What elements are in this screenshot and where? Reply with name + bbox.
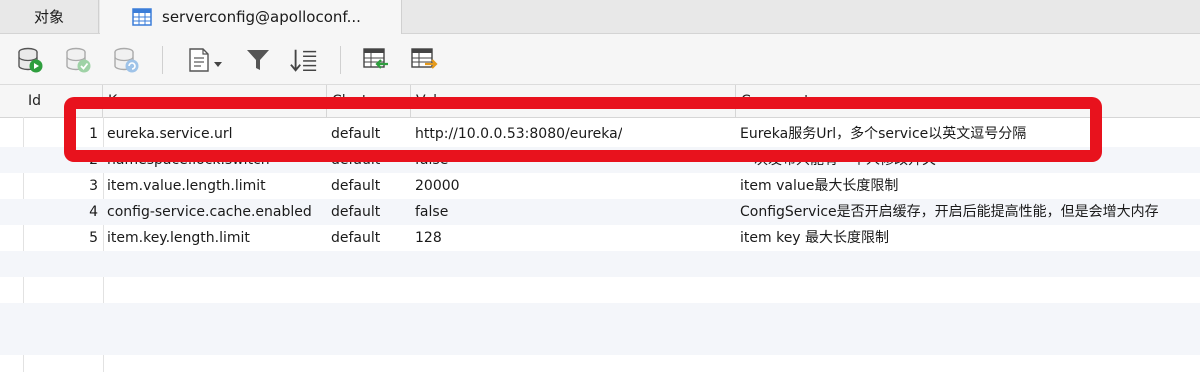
column-header-key[interactable]: Key [103,85,327,117]
cell-value[interactable]: 128 [415,225,442,251]
cell-key[interactable]: config-service.cache.enabled [107,199,312,225]
tab-objects-label: 对象 [33,8,64,26]
cell-cluster[interactable]: default [331,199,380,225]
add-record-icon [18,47,43,73]
cell-key[interactable]: namespace.lock.switch [107,147,270,173]
discard-changes-button[interactable] [112,46,140,74]
tab-objects[interactable]: 对象 [0,0,99,33]
cell-comment[interactable]: 一次发布只能有一个人修改开关 [740,147,936,173]
toolbar-divider [340,46,341,74]
column-header-comment[interactable]: Comment [736,85,1200,117]
text-view-icon [189,48,222,72]
cell-id: 5 [89,230,98,246]
cell-value[interactable]: http://10.0.0.53:8080/eureka/ [415,121,622,147]
table-row[interactable]: 2 namespace.lock.switch default false 一次… [0,147,1200,173]
cell-key[interactable]: eureka.service.url [107,121,233,147]
column-header-cluster[interactable]: Cluster [327,85,411,117]
toolbar [0,34,1200,85]
filter-button[interactable] [244,46,272,74]
table-icon [132,8,152,26]
filter-icon [247,50,269,70]
table-row[interactable]: 5 item.key.length.limit default 128 item… [0,225,1200,251]
tab-bar: 对象 serverconfig@apolloconf... [0,0,1200,34]
cell-id: 1 [89,126,98,142]
import-icon [363,48,388,69]
cell-id: 2 [89,152,98,168]
text-view-button[interactable] [186,46,226,74]
cell-comment[interactable]: item key 最大长度限制 [740,225,889,251]
apply-changes-button[interactable] [64,46,92,74]
table-row[interactable]: 1 eureka.service.url default http://10.0… [0,121,1200,147]
cell-value[interactable]: false [415,199,448,225]
grid-header: Id Key Cluster Value Comment [0,85,1200,118]
cell-id: 4 [89,204,98,220]
tab-serverconfig-label: serverconfig@apolloconf... [162,8,361,26]
cell-value[interactable]: 20000 [415,173,460,199]
column-header-value[interactable]: Value [411,85,736,117]
cell-id: 3 [89,178,98,194]
table-row[interactable]: 4 config-service.cache.enabled default f… [0,199,1200,225]
cell-key[interactable]: item.key.length.limit [107,225,250,251]
export-button[interactable] [410,46,438,74]
sort-icon [290,49,317,72]
cell-cluster[interactable]: default [331,121,380,147]
cell-comment[interactable]: ConfigService是否开启缓存，开启后能提高性能，但是会增大内存 [740,199,1159,225]
sort-button[interactable] [290,46,318,74]
cell-value[interactable]: false [415,147,448,173]
column-header-id[interactable]: Id [23,85,103,117]
discard-changes-icon [114,47,139,73]
cell-cluster[interactable]: default [331,225,380,251]
table-row[interactable]: 3 item.value.length.limit default 20000 … [0,173,1200,199]
import-button[interactable] [362,46,390,74]
empty-row [0,303,1200,329]
cell-comment[interactable]: item value最大长度限制 [740,173,898,199]
apply-changes-icon [66,47,91,73]
cell-key[interactable]: item.value.length.limit [107,173,266,199]
cell-cluster[interactable]: default [331,173,380,199]
empty-row [0,251,1200,277]
tab-serverconfig[interactable]: serverconfig@apolloconf... [100,0,402,34]
export-icon [411,48,438,69]
cell-cluster[interactable]: default [331,147,380,173]
toolbar-divider [162,46,163,74]
cell-comment[interactable]: Eureka服务Url，多个service以英文逗号分隔 [740,121,1026,147]
empty-row [0,329,1200,355]
add-record-button[interactable] [16,46,44,74]
empty-row [0,277,1200,303]
data-grid[interactable]: Id Key Cluster Value Comment 1 eureka.se… [0,85,1200,372]
